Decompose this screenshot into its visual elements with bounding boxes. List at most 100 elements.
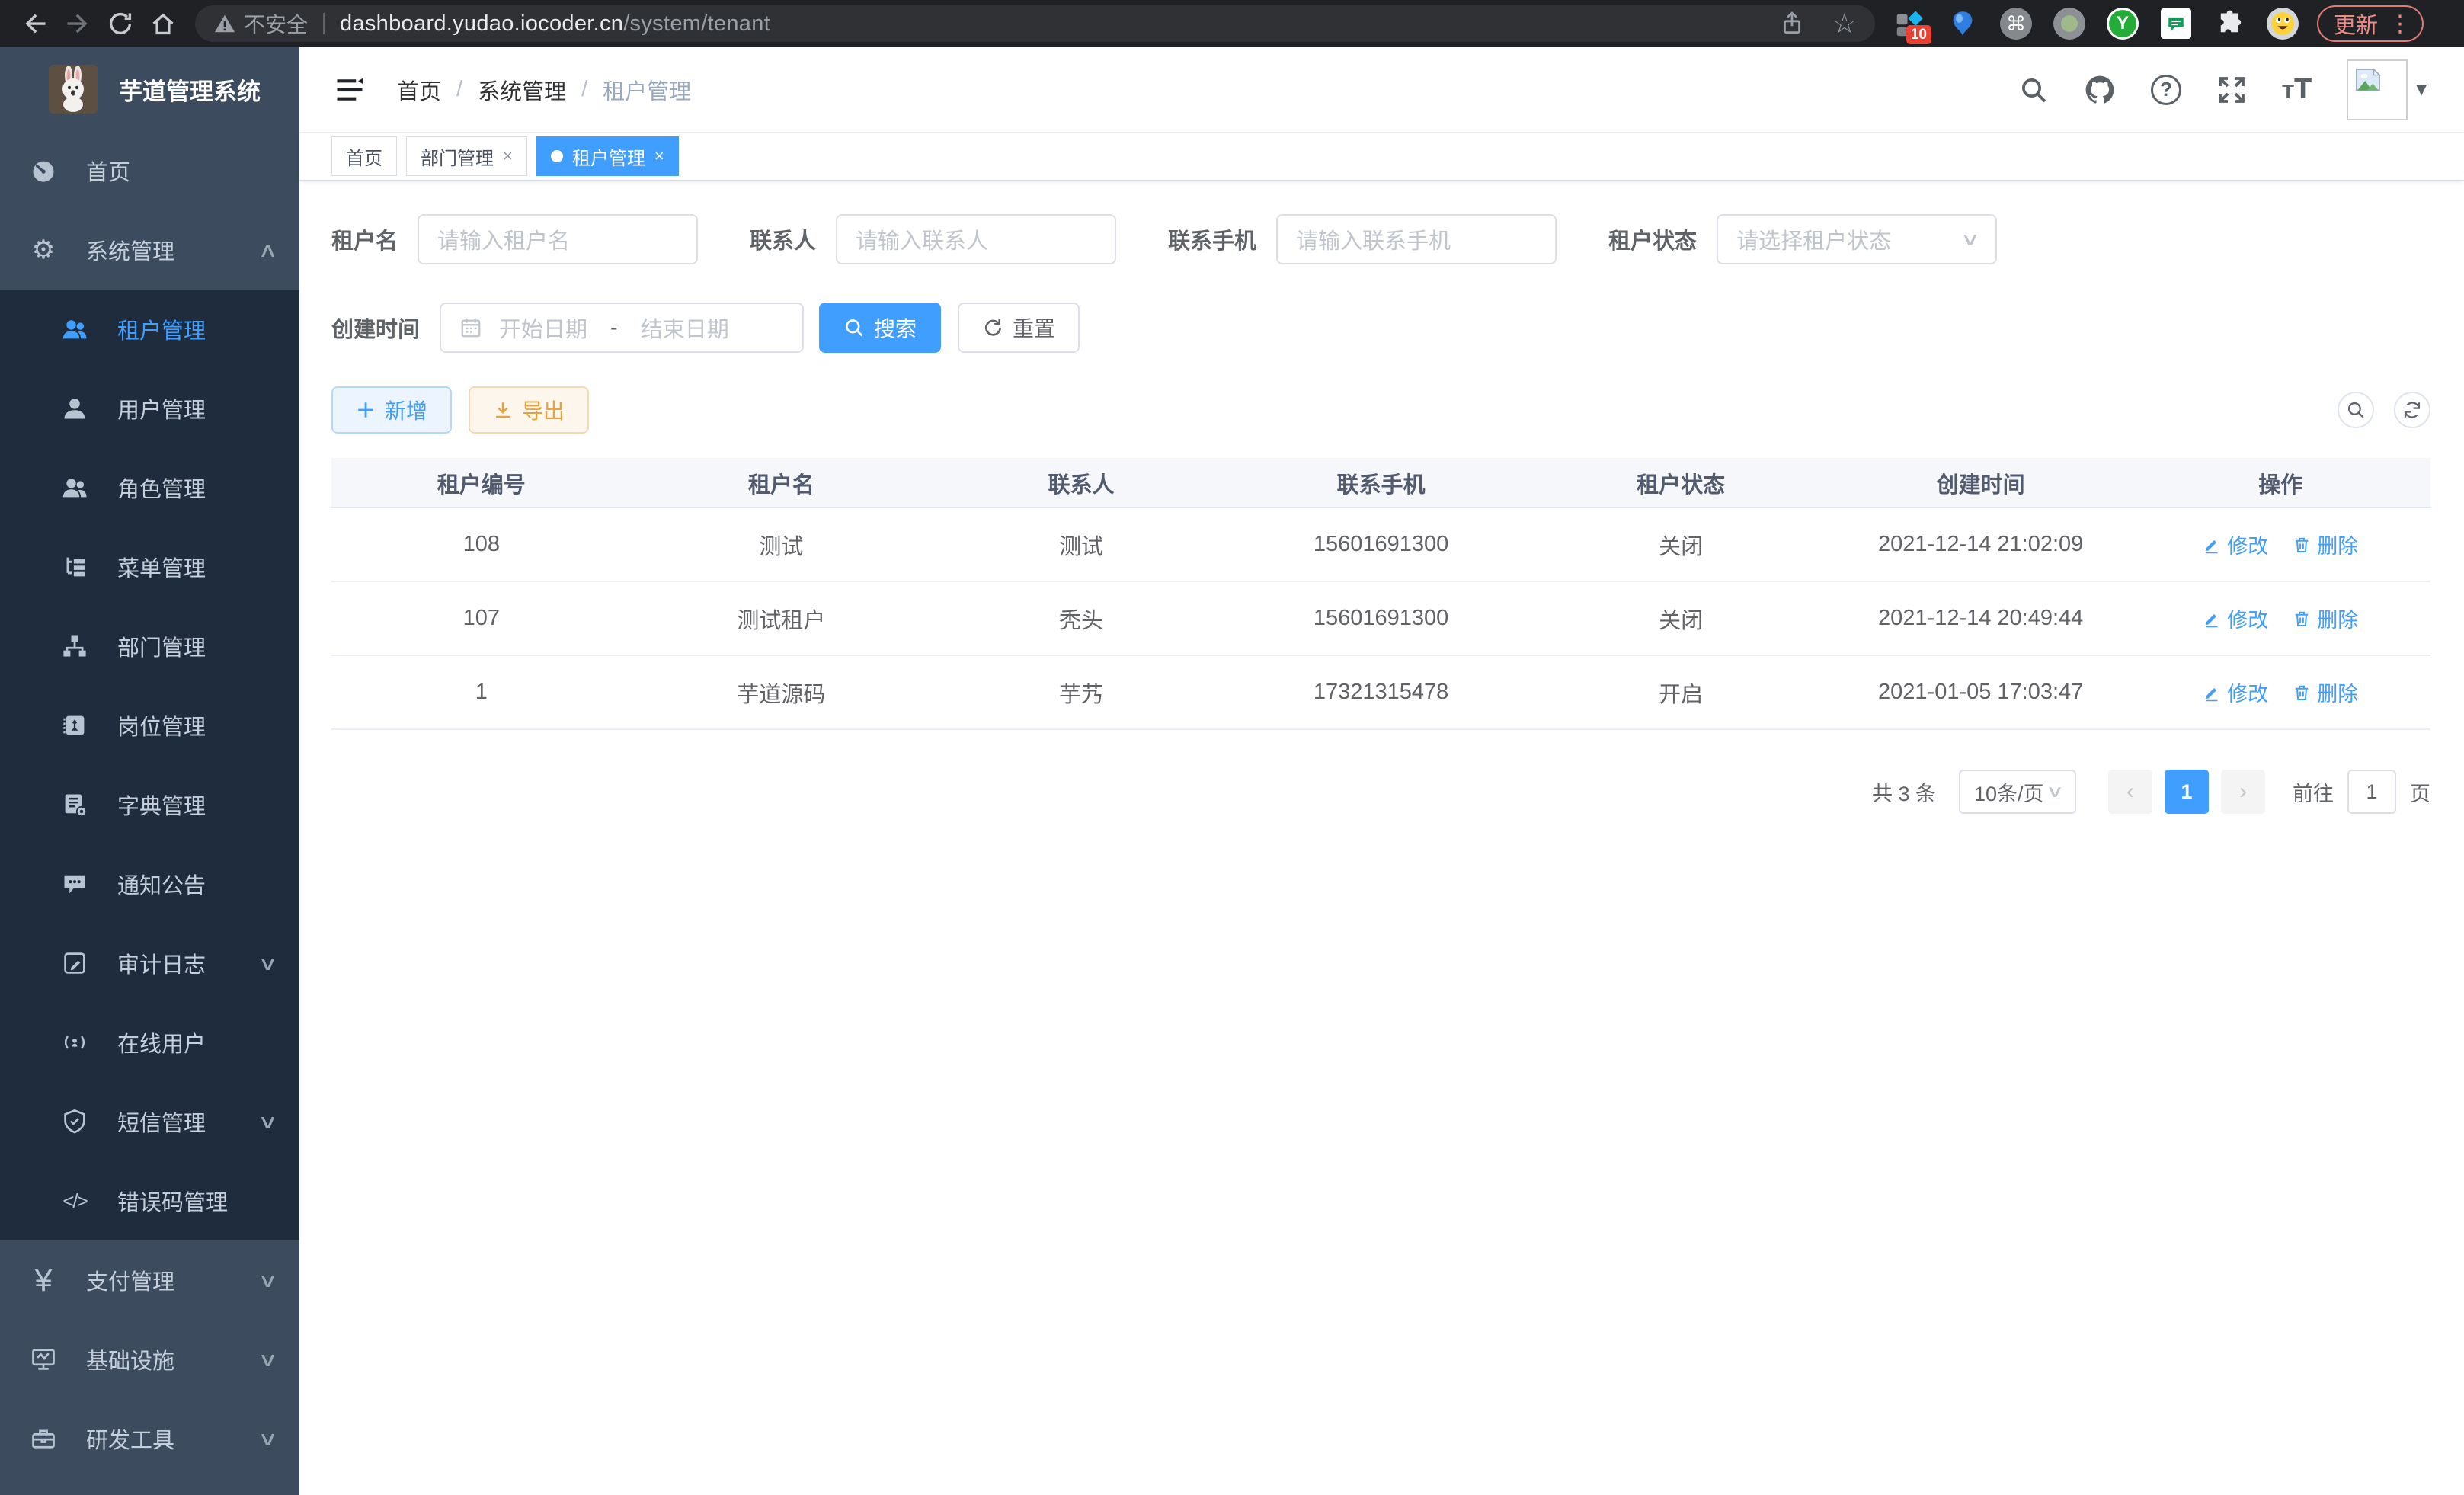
tenant-name-input[interactable]: 请输入租户名: [418, 214, 698, 264]
divider: [323, 13, 325, 34]
url-text[interactable]: dashboard.yudao.iocoder.cn/system/tenant: [340, 11, 770, 37]
search-button[interactable]: 搜索: [819, 303, 941, 353]
github-icon[interactable]: [2084, 74, 2116, 106]
page-unit-label: 页: [2410, 777, 2430, 807]
share-icon[interactable]: [1779, 11, 1805, 37]
delete-link[interactable]: 删除: [2293, 603, 2358, 633]
cell-status: 开启: [1531, 677, 1831, 709]
user-avatar[interactable]: [2347, 59, 2408, 120]
contact-input[interactable]: 请输入联系人: [836, 214, 1116, 264]
update-label: 更新: [2334, 8, 2378, 40]
cell-contact: 秃头: [931, 603, 1231, 635]
tenant-table: 租户编号 租户名 联系人 联系手机 租户状态 创建时间 操作 108 测试 测试…: [331, 458, 2430, 730]
sidebar-item-error-code[interactable]: </> 错误码管理: [0, 1161, 299, 1240]
browser-reload-icon[interactable]: [99, 5, 142, 42]
profile-avatar-emoji[interactable]: [2267, 8, 2299, 40]
extension-icon-boards[interactable]: 10: [1893, 8, 1925, 40]
sidebar-item-audit-log[interactable]: 审计日志 ∨: [0, 924, 299, 1003]
table-row: 108 测试 测试 15601691300 关闭 2021-12-14 21:0…: [331, 508, 2430, 582]
browser-forward-icon[interactable]: [56, 5, 99, 42]
table-toolbar: 新增 导出: [331, 386, 2430, 434]
header-search-icon[interactable]: [2018, 75, 2049, 105]
extension-icon-chat[interactable]: [2160, 8, 2192, 40]
broadcast-icon: [58, 1029, 91, 1056]
cell-tenant-id: 108: [331, 532, 632, 557]
close-icon[interactable]: ×: [654, 146, 664, 166]
breadcrumb-current: 租户管理: [603, 74, 691, 106]
sidebar-item-user[interactable]: 用户管理: [0, 369, 299, 448]
sidebar-item-devtools[interactable]: 研发工具 ∨: [0, 1399, 299, 1478]
extension-icon-pin[interactable]: [1947, 8, 1979, 40]
security-label[interactable]: 不安全: [244, 8, 308, 39]
mobile-input[interactable]: 请输入联系手机: [1276, 214, 1557, 264]
bookmark-star-icon[interactable]: ☆: [1832, 10, 1857, 37]
avatar-caret-icon[interactable]: ▼: [2412, 79, 2430, 101]
sidebar-item-menu[interactable]: 菜单管理: [0, 527, 299, 607]
browser-menu-kebab-icon[interactable]: ⋮: [2389, 11, 2411, 37]
create-time-range-picker[interactable]: 开始日期 - 结束日期: [440, 303, 804, 353]
code-icon: </>: [58, 1191, 91, 1211]
contact-label: 联系人: [750, 223, 816, 255]
placeholder-text: 请输入租户名: [437, 223, 570, 255]
address-bar[interactable]: 不安全 dashboard.yudao.iocoder.cn/system/te…: [195, 5, 1875, 42]
add-button[interactable]: 新增: [331, 386, 452, 434]
tab-home[interactable]: 首页: [331, 136, 397, 176]
logo-image: [49, 65, 98, 114]
breadcrumb-system[interactable]: 系统管理: [478, 74, 566, 106]
sidebar-item-label: 部门管理: [117, 630, 206, 662]
extension-icon-recorder[interactable]: [2053, 8, 2085, 40]
sidebar-item-sms[interactable]: 短信管理 ∨: [0, 1082, 299, 1161]
chevron-down-icon: ∨: [258, 1110, 278, 1134]
reset-button[interactable]: 重置: [958, 303, 1080, 353]
sidebar-item-label: 审计日志: [117, 947, 206, 979]
goto-page-input[interactable]: [2347, 770, 2396, 814]
export-button[interactable]: 导出: [469, 386, 589, 434]
close-icon[interactable]: ×: [503, 146, 513, 166]
chevron-down-icon: ∨: [2046, 782, 2064, 802]
sidebar-item-role[interactable]: 角色管理: [0, 448, 299, 527]
search-button-label: 搜索: [874, 312, 917, 343]
edit-link[interactable]: 修改: [2203, 530, 2268, 559]
font-size-icon[interactable]: TT: [2282, 73, 2312, 106]
page-size-select[interactable]: 10条/页 ∨: [1959, 770, 2076, 814]
sidebar-item-dict[interactable]: 字典管理: [0, 765, 299, 844]
extension-icon-y-green[interactable]: Y: [2107, 8, 2139, 40]
sidebar-item-home[interactable]: 首页: [0, 131, 299, 210]
prev-page-button[interactable]: ‹: [2108, 770, 2152, 814]
browser-home-icon[interactable]: [142, 5, 184, 42]
sidebar-item-post[interactable]: 岗位管理: [0, 686, 299, 765]
refresh-icon-button[interactable]: [2394, 392, 2430, 428]
sidebar-item-label: 通知公告: [117, 868, 206, 900]
sidebar-item-pay[interactable]: ¥ 支付管理 ∨: [0, 1240, 299, 1320]
url-domain: dashboard.yudao.iocoder.cn: [340, 11, 623, 36]
toggle-search-icon-button[interactable]: [2338, 392, 2374, 428]
sidebar-item-dept[interactable]: 部门管理: [0, 607, 299, 686]
fullscreen-icon[interactable]: [2216, 75, 2247, 105]
sidebar-item-tenant[interactable]: 租户管理: [0, 290, 299, 369]
extensions-puzzle-icon[interactable]: [2213, 8, 2245, 40]
edit-link[interactable]: 修改: [2203, 603, 2268, 633]
tab-tenant[interactable]: 租户管理 ×: [536, 136, 679, 176]
sidebar-item-system[interactable]: ⚙ 系统管理 ∧: [0, 210, 299, 290]
extensions-area: 10 ⌘ Y: [1893, 8, 2299, 40]
sidebar-collapse-icon[interactable]: [333, 73, 366, 107]
goto-label: 前往: [2293, 777, 2334, 807]
browser-update-button[interactable]: 更新 ⋮: [2317, 5, 2424, 42]
sidebar-item-online-users[interactable]: 在线用户: [0, 1003, 299, 1082]
extension-icon-command[interactable]: ⌘: [2000, 8, 2032, 40]
help-icon[interactable]: ?: [2151, 75, 2181, 105]
edit-label: 修改: [2227, 603, 2268, 633]
delete-link[interactable]: 删除: [2293, 677, 2358, 707]
status-select[interactable]: 请选择租户状态 ∨: [1717, 214, 1997, 264]
sidebar-item-notice[interactable]: 通知公告: [0, 844, 299, 924]
delete-link[interactable]: 删除: [2293, 530, 2358, 559]
edit-link[interactable]: 修改: [2203, 677, 2268, 707]
breadcrumb-home[interactable]: 首页: [397, 74, 441, 106]
chevron-down-icon: ∨: [258, 1348, 278, 1372]
sidebar-logo[interactable]: 芋道管理系统: [0, 47, 299, 131]
next-page-button[interactable]: ›: [2221, 770, 2265, 814]
sidebar-item-infra[interactable]: 基础设施 ∨: [0, 1320, 299, 1399]
tab-dept[interactable]: 部门管理 ×: [406, 136, 527, 176]
page-number-1[interactable]: 1: [2165, 770, 2209, 814]
browser-back-icon[interactable]: [14, 5, 56, 42]
